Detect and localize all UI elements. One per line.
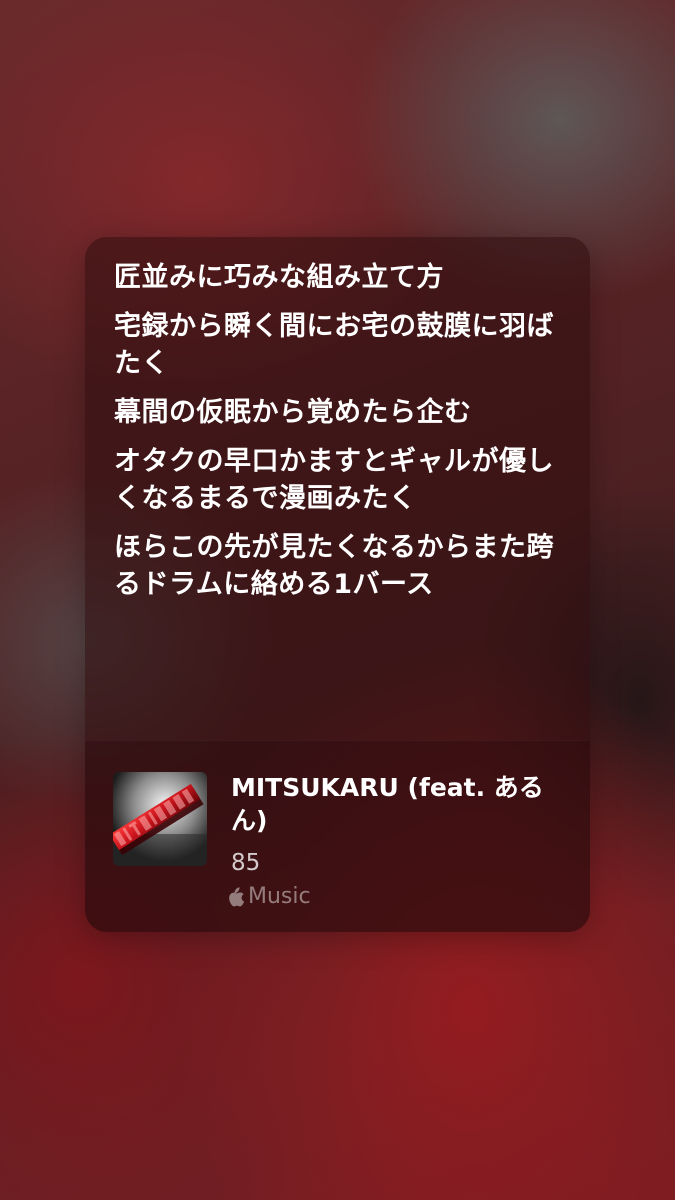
lyrics-block: 匠並みに巧みな組み立て方 宅録から瞬く間にお宅の鼓膜に羽ばたく 幕間の仮眠から覚…	[114, 259, 569, 615]
album-artwork-graphic	[113, 772, 207, 866]
lyric-line: ほらこの先が見たくなるからまた跨るドラムに絡める1バース	[114, 532, 554, 600]
lyric-line: 幕間の仮眠から覚めたら企む	[114, 397, 472, 428]
song-info-footer[interactable]: MITSUKARU (feat. あるん) 85 Music	[85, 740, 590, 932]
lyrics-share-card[interactable]: 匠並みに巧みな組み立て方 宅録から瞬く間にお宅の鼓膜に羽ばたく 幕間の仮眠から覚…	[85, 237, 590, 932]
lyric-line: 匠並みに巧みな組み立て方	[114, 262, 444, 293]
lyric-line: オタクの早口かますとギャルが優しくなるまるで漫画みたく	[114, 446, 554, 514]
apple-music-attribution[interactable]: Music	[229, 883, 311, 911]
source-label: Music	[248, 884, 311, 909]
song-title[interactable]: MITSUKARU (feat. あるん)	[231, 771, 561, 837]
lyric-line: 宅録から瞬く間にお宅の鼓膜に羽ばたく	[114, 311, 554, 379]
apple-logo-icon	[229, 887, 245, 907]
album-artwork[interactable]	[113, 772, 207, 866]
artist-name[interactable]: 85	[231, 849, 260, 877]
